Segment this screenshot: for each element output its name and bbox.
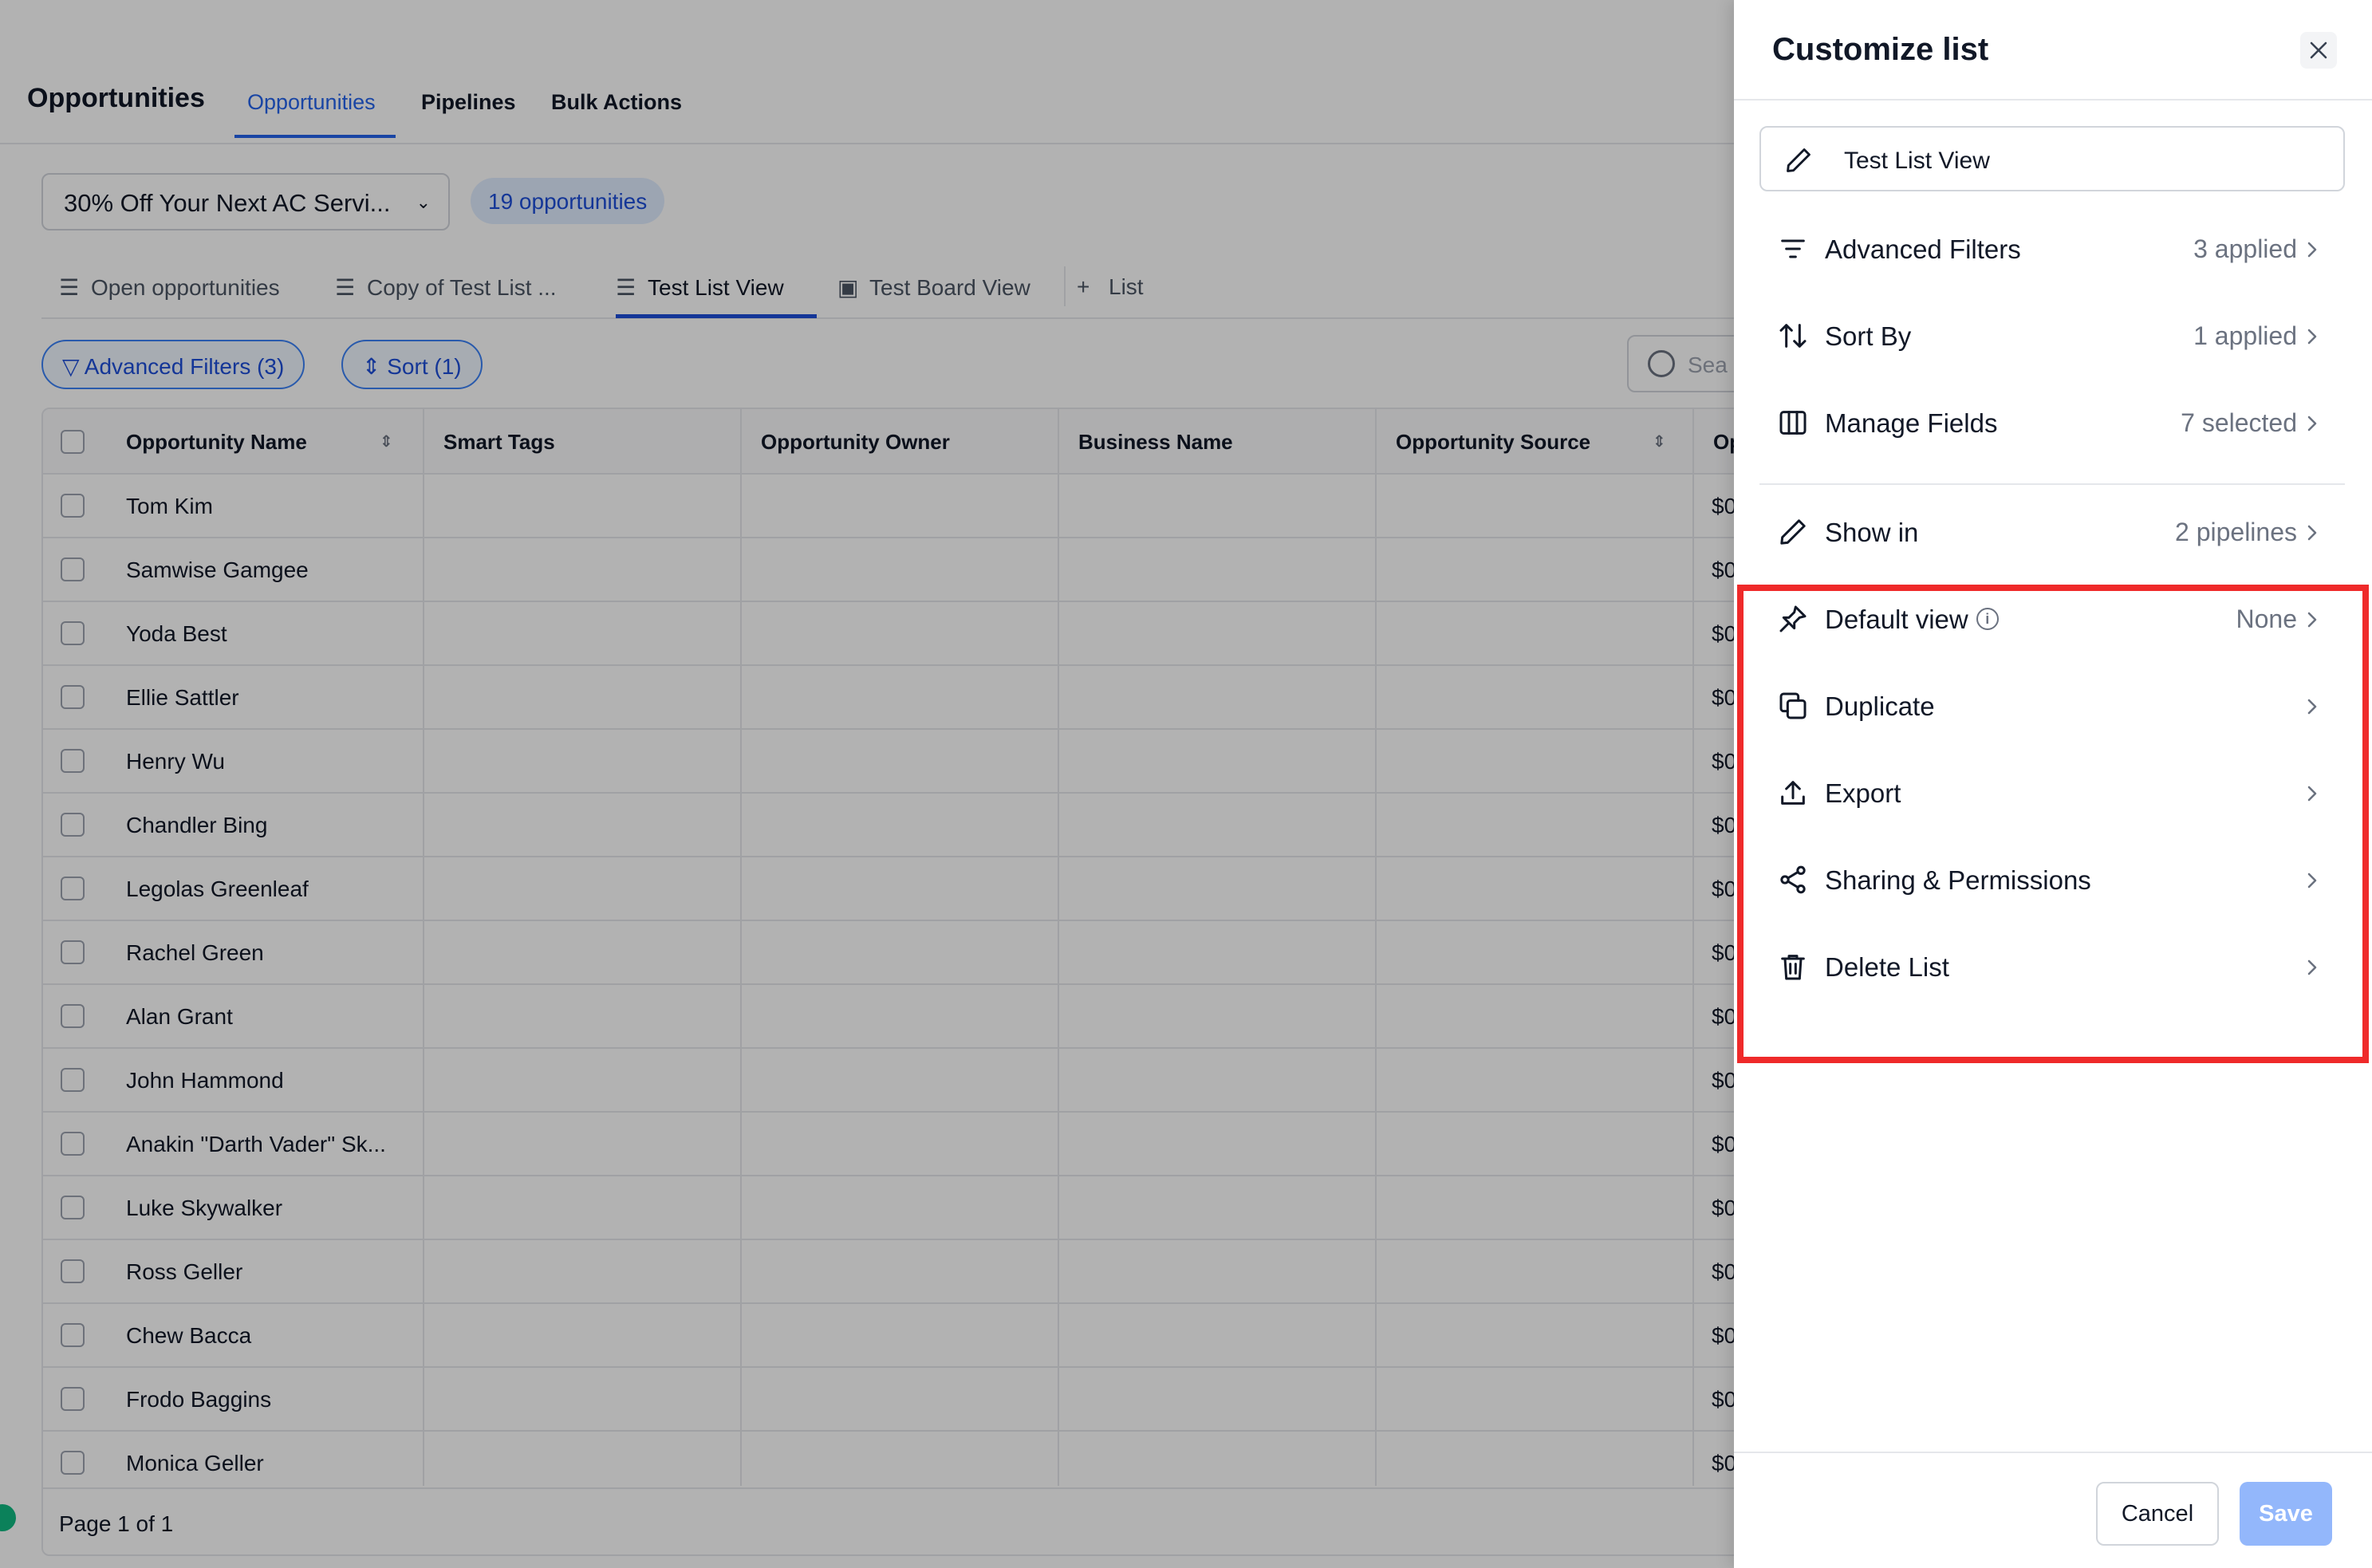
list-name-value: Test List View — [1844, 148, 1990, 174]
pencil-icon — [1787, 148, 1811, 172]
save-button[interactable]: Save — [2240, 1482, 2332, 1546]
menu-item-value: 2 pipelines — [2175, 518, 2297, 546]
menu-item-value: 3 applied — [2193, 234, 2297, 263]
menu-item-sort-by[interactable]: Sort By 1 applied — [1759, 296, 2345, 372]
pencil-icon — [1780, 519, 1806, 545]
cancel-button[interactable]: Cancel — [2096, 1482, 2219, 1546]
menu-item-label: Show in — [1825, 518, 1918, 548]
list-name-input[interactable]: Test List View — [1759, 126, 2345, 191]
columns-icon — [1779, 411, 1807, 435]
menu-item-text: Show in — [1825, 518, 1919, 547]
menu-item-show-in[interactable]: Show in 2 pipelines — [1759, 492, 2345, 569]
drawer-header: Customize list — [1734, 0, 2372, 100]
menu-item-label: Sort By — [1825, 321, 1911, 352]
menu-separator — [1759, 483, 2345, 485]
close-button[interactable] — [2300, 32, 2337, 69]
chevron-right-icon — [2307, 242, 2317, 258]
menu-item-value: 1 applied — [2193, 321, 2297, 350]
menu-item-label: Manage Fields — [1825, 408, 1997, 439]
drawer-title: Customize list — [1772, 32, 1989, 67]
chevron-right-icon — [2307, 329, 2317, 345]
menu-item-label: Advanced Filters — [1825, 234, 2021, 265]
drawer-footer: Cancel Save — [1734, 1452, 2372, 1568]
filter-icon — [1781, 239, 1805, 258]
chevron-right-icon — [2307, 416, 2317, 431]
menu-item-manage-fields[interactable]: Manage Fields 7 selected — [1759, 383, 2345, 459]
menu-item-value: 7 selected — [2181, 408, 2297, 437]
highlight-annotation — [1737, 585, 2369, 1063]
chevron-right-icon — [2307, 525, 2317, 541]
close-icon — [2310, 41, 2327, 59]
menu-item-text: Manage Fields — [1825, 408, 1998, 438]
menu-item-advanced-filters[interactable]: Advanced Filters 3 applied — [1759, 209, 2345, 286]
menu-item-text: Advanced Filters — [1825, 234, 2021, 264]
menu-item-text: Sort By — [1825, 321, 1912, 351]
sort-arrows-icon — [1779, 324, 1807, 348]
